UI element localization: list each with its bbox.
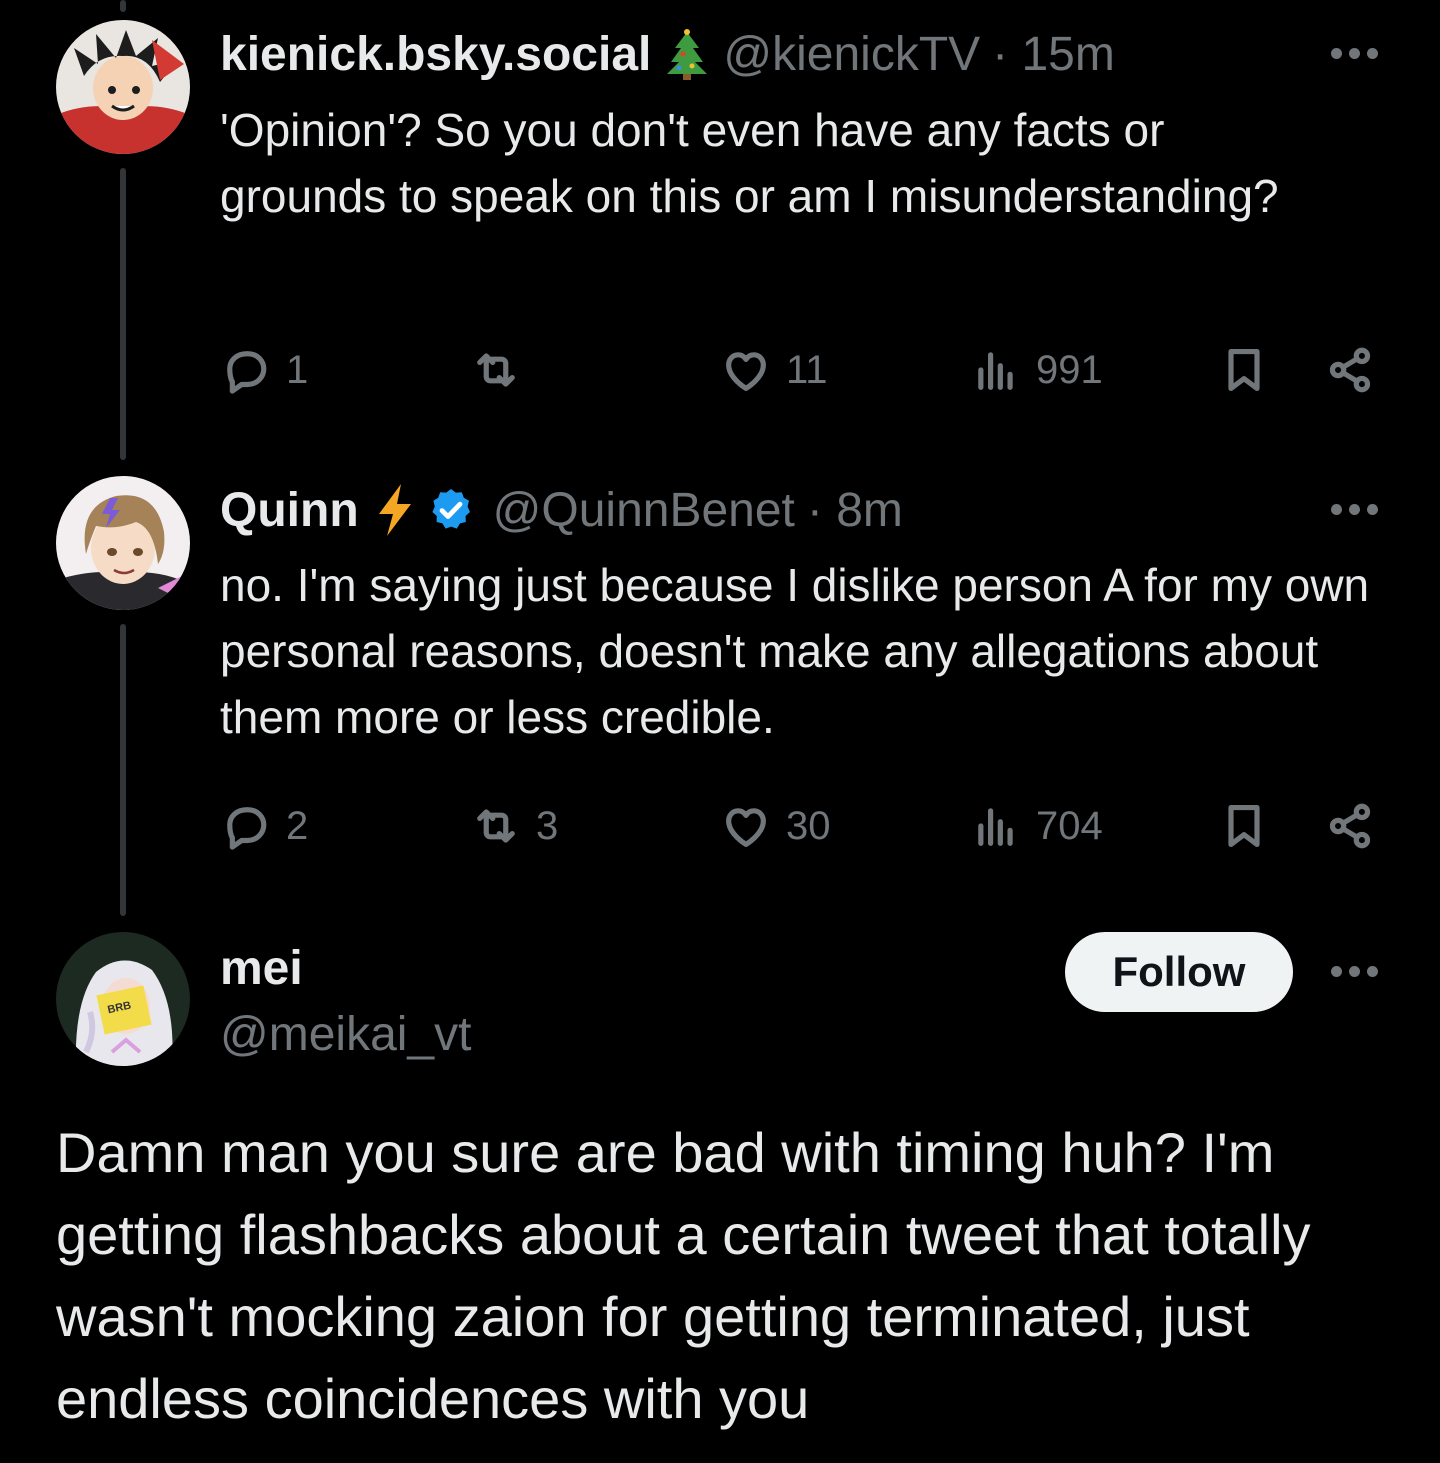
avatar-quinn[interactable]	[56, 476, 190, 610]
christmas-tree-icon	[665, 28, 709, 80]
timestamp[interactable]: · 8m	[807, 483, 903, 538]
views-icon	[978, 808, 1013, 846]
like-button[interactable]: 30	[720, 796, 831, 856]
focused-author-name: mei	[220, 938, 303, 998]
repost-button[interactable]	[470, 340, 536, 400]
reply-count: 1	[286, 347, 309, 392]
display-name[interactable]: mei	[220, 941, 303, 996]
views-button[interactable]: 991	[970, 340, 1103, 400]
handle[interactable]: @kienickTV	[723, 27, 980, 82]
repost-button[interactable]: 3	[470, 796, 558, 856]
reply-icon	[227, 807, 267, 850]
focused-author-handle: @meikai_vt	[220, 1004, 471, 1064]
like-count: 30	[786, 803, 831, 848]
handle[interactable]: @QuinnBenet	[493, 483, 795, 538]
repost-icon	[477, 353, 515, 387]
view-count: 704	[1036, 803, 1103, 848]
more-options-icon[interactable]	[1331, 504, 1378, 515]
post-actions: 1 11 991	[220, 340, 1380, 400]
post-text: no. I'm saying just because I dislike pe…	[220, 559, 1370, 743]
more-options-icon[interactable]	[1331, 48, 1378, 59]
handle[interactable]: @meikai_vt	[220, 1007, 471, 1062]
share-icon	[1329, 347, 1371, 393]
lightning-icon	[375, 482, 415, 538]
views-button[interactable]: 704	[970, 796, 1103, 856]
reply-button[interactable]: 1	[220, 340, 308, 400]
share-button[interactable]	[1324, 796, 1376, 856]
more-options-icon[interactable]	[1331, 966, 1378, 977]
post-text: 'Opinion'? So you don't even have any fa…	[220, 104, 1279, 222]
like-button[interactable]: 11	[720, 340, 828, 400]
post-actions: 2 3 30 704	[220, 796, 1380, 856]
reply-count: 2	[286, 803, 309, 848]
view-count: 991	[1036, 347, 1103, 392]
post-header: Quinn @QuinnBenet · 8m	[220, 480, 903, 540]
heart-icon	[726, 352, 766, 392]
display-name[interactable]: kienick.bsky.social	[220, 27, 651, 82]
bookmark-icon	[1228, 348, 1260, 392]
avatar-kienick[interactable]	[56, 20, 190, 154]
bookmark-button[interactable]	[1218, 796, 1270, 856]
follow-button[interactable]: Follow	[1065, 932, 1293, 1012]
repost-icon	[477, 809, 515, 843]
thread-line	[120, 168, 126, 460]
timestamp[interactable]: · 15m	[992, 27, 1115, 82]
thread-line	[120, 0, 126, 12]
reply-icon	[227, 351, 267, 394]
reply-button[interactable]: 2	[220, 796, 308, 856]
repost-count: 3	[536, 803, 559, 848]
like-count: 11	[786, 347, 828, 392]
display-name[interactable]: Quinn	[220, 483, 359, 538]
verified-badge-icon[interactable]	[427, 486, 475, 534]
post-header: kienick.bsky.social @kienickTV · 15m	[220, 24, 1115, 84]
share-icon	[1329, 803, 1371, 849]
avatar-mei[interactable]: BRB	[56, 932, 190, 1066]
views-icon	[978, 352, 1013, 390]
bookmark-button[interactable]	[1218, 340, 1270, 400]
focused-post-text: Damn man you sure are bad with timing hu…	[56, 1121, 1311, 1430]
thread-line	[120, 624, 126, 916]
heart-icon	[726, 808, 766, 848]
bookmark-icon	[1228, 804, 1260, 848]
share-button[interactable]	[1324, 340, 1376, 400]
